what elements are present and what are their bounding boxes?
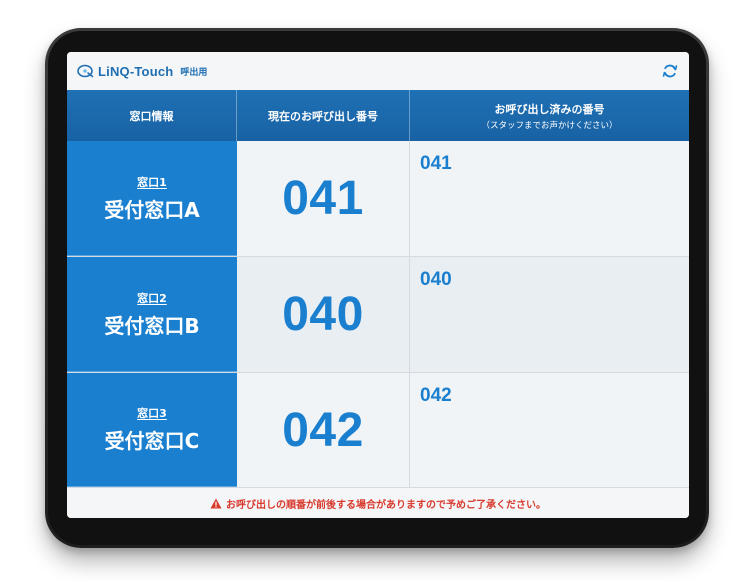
window-name: 受付窓口A (104, 197, 200, 222)
called-numbers-cell: 042 (410, 373, 689, 487)
header-called-numbers-note: （スタッフまでお声かけください） (481, 120, 618, 131)
current-number-cell: 041 (237, 141, 410, 256)
footer-notice: お呼び出しの順番が前後する場合がありますので予めご了承ください。 (67, 489, 689, 518)
header-current-call-label: 現在のお呼び出し番号 (268, 109, 378, 123)
called-number: 041 (420, 153, 452, 174)
logo-text: LiNQ-Touch (98, 63, 174, 79)
table-row: 窓口3 受付窓口C 042 042 (67, 373, 689, 488)
window-cell: 窓口2 受付窓口B (67, 257, 237, 372)
window-number: 窓口2 (137, 291, 167, 305)
refresh-icon[interactable] (661, 62, 679, 80)
current-number: 041 (282, 172, 364, 225)
footer-notice-text: お呼び出しの順番が前後する場合がありますので予めご了承ください。 (226, 500, 546, 511)
header-called-numbers: お呼び出し済みの番号 （スタッフまでお声かけください） (410, 90, 689, 141)
app-logo: LiNQ-Touch 呼出用 (77, 62, 207, 80)
current-number: 042 (282, 403, 364, 457)
header-window-info-label: 窓口情報 (129, 109, 174, 123)
table-body: 窓口1 受付窓口A 041 041 窓口2 受付窓口B 040 040 窓口3 … (67, 141, 689, 488)
window-name: 受付窓口C (104, 429, 200, 453)
window-number: 窓口3 (137, 407, 167, 420)
header-called-numbers-label: お呼び出し済みの番号 (494, 102, 605, 116)
header-window-info: 窓口情報 (67, 90, 237, 141)
current-number-cell: 042 (237, 373, 410, 487)
called-numbers-cell: 041 (410, 141, 689, 256)
logo-subtitle: 呼出用 (180, 67, 208, 78)
window-cell: 窓口3 受付窓口C (67, 373, 237, 487)
called-number: 042 (420, 385, 452, 406)
window-cell: 窓口1 受付窓口A (67, 141, 237, 256)
called-numbers-cell: 040 (410, 257, 689, 372)
table-row: 窓口1 受付窓口A 041 041 (67, 141, 689, 257)
current-number-cell: 040 (237, 257, 410, 372)
header-current-call: 現在のお呼び出し番号 (237, 90, 410, 141)
warning-icon (210, 498, 222, 509)
top-bar: LiNQ-Touch 呼出用 (67, 52, 689, 90)
window-name: 受付窓口B (104, 313, 200, 338)
current-number: 040 (282, 288, 364, 341)
called-number: 040 (420, 269, 452, 290)
table-header: 窓口情報 現在のお呼び出し番号 お呼び出し済みの番号 （スタッフまでお声かけくだ… (67, 90, 689, 141)
table-row: 窓口2 受付窓口B 040 040 (67, 257, 689, 373)
window-number: 窓口1 (137, 175, 167, 189)
app-screen: LiNQ-Touch 呼出用 窓口情報 現在のお呼び出し番号 お呼び出し済みの番… (67, 52, 689, 518)
linq-logo-icon (77, 64, 94, 78)
